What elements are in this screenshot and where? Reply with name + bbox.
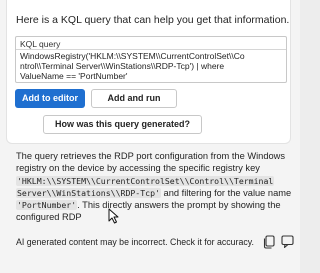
explanation-line: 'HKLM:\\SYSTEM\\CurrentControlSet\\Contr… (16, 175, 286, 187)
explanation-text: and filtering for the value name (160, 187, 292, 198)
copy-icon[interactable] (261, 233, 277, 249)
kql-query-label: KQL query (20, 39, 61, 49)
explanation-line: 'PortNumber'. This directly answers the … (16, 199, 286, 211)
add-and-run-button[interactable]: Add and run (91, 89, 177, 108)
registry-key-code: 'HKLM:\\SYSTEM\\CurrentControlSet\\Contr… (16, 175, 275, 186)
kql-code-line: ValueName == 'PortNumber' (20, 71, 128, 81)
kql-query-box[interactable]: KQL query WindowsRegistry('HKLM:\\SYSTEM… (15, 36, 287, 83)
explanation-line: Server\\WinStations\\RDP-Tcp' and filter… (16, 187, 291, 199)
response-intro: Here is a KQL query that can help you ge… (16, 14, 290, 26)
how-generated-button[interactable]: How was this query generated? (43, 115, 202, 134)
explanation-line: configured RDP (16, 212, 82, 223)
feedback-icon[interactable] (280, 233, 296, 249)
value-name-code: 'PortNumber' (16, 200, 78, 211)
copilot-panel: Here is a KQL query that can help you ge… (0, 0, 300, 273)
explanation-line: The query retrieves the RDP port configu… (16, 151, 286, 161)
kql-code-line: WindowsRegistry('HKLM:\\SYSTEM\\CurrentC… (20, 52, 245, 61)
query-explanation: The query retrieves the RDP port configu… (16, 150, 291, 224)
kql-code-line: ntrol\\Terminal Server\\WinStations\\RDP… (20, 61, 225, 71)
mouse-pointer-icon (108, 208, 119, 224)
kql-divider (16, 49, 286, 50)
add-to-editor-button[interactable]: Add to editor (15, 89, 85, 108)
registry-key-code: Server\\WinStations\\RDP-Tcp' (16, 187, 161, 198)
kql-query-code[interactable]: WindowsRegistry('HKLM:\\SYSTEM\\CurrentC… (20, 52, 283, 81)
explanation-line: registry on the device by accessing the … (16, 163, 260, 174)
ai-disclaimer: AI generated content may be incorrect. C… (16, 237, 254, 247)
